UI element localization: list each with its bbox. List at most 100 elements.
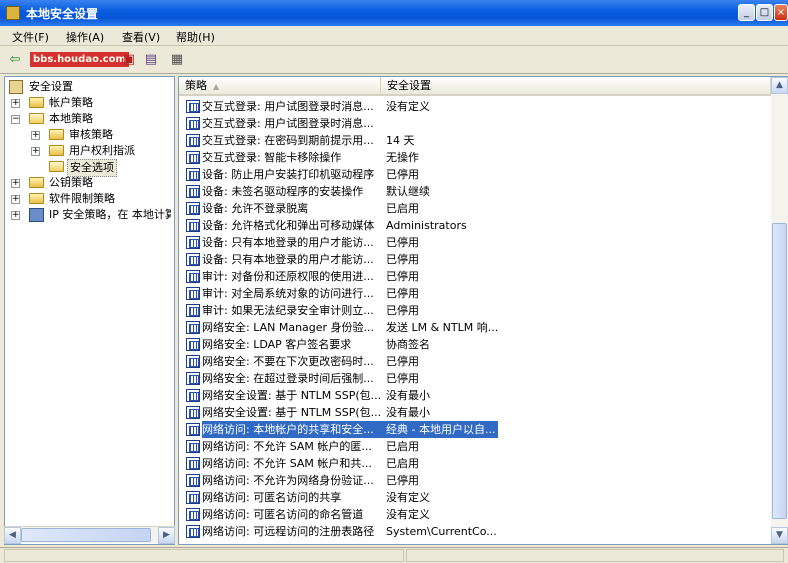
policy-setting: 没有最小 xyxy=(386,406,430,419)
folder-icon xyxy=(29,97,44,108)
policy-name: 设备: 允许不登录脱离 xyxy=(202,202,309,215)
policy-name: 网络访问: 可匿名访问的命名管道 xyxy=(202,508,364,521)
policy-icon xyxy=(186,525,200,538)
app-icon xyxy=(6,6,20,20)
folder-open-icon xyxy=(49,161,64,172)
policy-icon xyxy=(186,474,200,487)
tree-item-local-policy[interactable]: − 本地策略 xyxy=(11,111,171,127)
policy-name: 网络访问: 不允许 SAM 帐户和共... xyxy=(202,457,372,470)
policy-icon xyxy=(186,287,200,300)
maximize-icon[interactable]: □ xyxy=(756,4,773,21)
scroll-thumb[interactable] xyxy=(21,528,151,542)
policy-name: 网络安全: 在超过登录时间后强制... xyxy=(202,372,374,385)
scroll-up-icon[interactable]: ▲ xyxy=(771,77,788,94)
tree-pane: 安全设置 + 帐户策略 − 本地策略 + 审核策略 + 用户权利指派 安全选项 … xyxy=(4,76,175,545)
policy-setting: 协商签名 xyxy=(386,338,430,351)
policy-list-pane: 策略 ▲ 安全设置 交互式登录: 用户试图登录时消息... 没有定义 交互式登录: 用… xyxy=(178,76,788,545)
policy-name: 设备: 只有本地登录的用户才能访... xyxy=(202,253,374,266)
sort-arrow-icon: ▲ xyxy=(213,82,220,91)
policy-setting: 已停用 xyxy=(386,236,419,249)
expand-icon[interactable]: + xyxy=(31,147,40,156)
folder-icon xyxy=(49,129,64,140)
folder-icon xyxy=(49,145,64,156)
scroll-down-icon[interactable]: ▼ xyxy=(771,527,788,544)
menu-file[interactable]: 文件(F) xyxy=(12,29,49,45)
policy-setting: 已启用 xyxy=(386,440,419,453)
menu-action[interactable]: 操作(A) xyxy=(66,29,104,45)
policy-icon xyxy=(186,457,200,470)
policy-setting: 已启用 xyxy=(386,457,419,470)
policy-name: 审计: 如果无法纪录安全审计则立... xyxy=(202,304,374,317)
policy-setting: Administrators xyxy=(386,219,467,232)
policy-icon xyxy=(186,151,200,164)
policy-setting: 已停用 xyxy=(386,304,419,317)
menu-view[interactable]: 查看(V) xyxy=(122,29,160,45)
tree-item-account-policy[interactable]: + 帐户策略 xyxy=(11,95,171,111)
scroll-right-icon[interactable]: ▶ xyxy=(158,527,175,544)
back-arrow-icon[interactable]: ⇦ xyxy=(6,51,24,69)
policy-name: 审计: 对全局系统对象的访问进行... xyxy=(202,287,374,300)
policy-name: 网络安全: LAN Manager 身份验... xyxy=(202,321,375,334)
policy-name: 网络安全: 不要在下次更改密码时... xyxy=(202,355,374,368)
policy-icon xyxy=(186,406,200,419)
expand-icon[interactable]: + xyxy=(11,195,20,204)
tree-item-ip-security[interactable]: + IP 安全策略，在 本地计算机 xyxy=(11,207,171,223)
close-icon[interactable]: × xyxy=(774,4,788,21)
policy-icon xyxy=(186,372,200,385)
policy-icon xyxy=(186,185,200,198)
policy-icon xyxy=(186,117,200,130)
policy-name: 网络访问: 不允许 SAM 帐户的匿... xyxy=(202,440,372,453)
expand-icon[interactable]: + xyxy=(11,99,20,108)
policy-setting: 没有定义 xyxy=(386,491,430,504)
tree-item-user-rights[interactable]: + 用户权利指派 xyxy=(31,143,171,159)
refresh-icon[interactable]: ▤ xyxy=(142,51,160,69)
menu-help[interactable]: 帮助(H) xyxy=(176,29,215,45)
policy-icon xyxy=(186,236,200,249)
tree-item-software-restriction[interactable]: + 软件限制策略 xyxy=(11,191,171,207)
policy-setting: 已停用 xyxy=(386,474,419,487)
help-icon[interactable]: ▦ xyxy=(168,51,186,69)
expand-icon[interactable]: + xyxy=(31,131,40,140)
expand-icon[interactable]: + xyxy=(11,211,20,220)
policy-setting: 没有定义 xyxy=(386,508,430,521)
policy-icon xyxy=(186,440,200,453)
status-bar xyxy=(0,547,788,563)
export-list-icon[interactable]: ▣ xyxy=(120,51,138,69)
policy-setting: System\CurrentCo... xyxy=(386,525,497,538)
policy-icon xyxy=(186,389,200,402)
policy-icon xyxy=(186,508,200,521)
policy-setting: 已停用 xyxy=(386,287,419,300)
policy-name: 交互式登录: 在密码到期前提示用... xyxy=(202,134,374,147)
policy-name: 网络访问: 可远程访问的注册表路径 xyxy=(202,525,375,538)
collapse-icon[interactable]: − xyxy=(11,115,20,124)
status-cell-secondary xyxy=(406,549,784,562)
policy-icon xyxy=(186,270,200,283)
policy-name: 网络访问: 不允许为网络身份验证... xyxy=(202,474,374,487)
policy-icon xyxy=(186,168,200,181)
policy-icon xyxy=(186,134,200,147)
policy-setting: 经典 - 本地用户以自... xyxy=(386,421,498,438)
scroll-left-icon[interactable]: ◀ xyxy=(4,527,21,544)
tree-item-security-options[interactable]: 安全选项 xyxy=(31,159,171,177)
policy-icon xyxy=(186,355,200,368)
title-bar: 本地安全设置 _ □ × xyxy=(0,0,788,26)
tree-item-audit-policy[interactable]: + 审核策略 xyxy=(31,127,171,143)
tree-horizontal-scrollbar[interactable]: ◀ ▶ xyxy=(4,526,175,544)
expand-icon[interactable]: + xyxy=(11,179,20,188)
policy-setting: 无操作 xyxy=(386,151,419,164)
column-header-policy[interactable]: 策略 ▲ xyxy=(179,77,381,95)
scroll-thumb[interactable] xyxy=(772,223,787,519)
status-cell-main xyxy=(4,549,404,562)
policy-name: 设备: 只有本地登录的用户才能访... xyxy=(202,236,374,249)
policy-icon xyxy=(186,491,200,504)
tree-item-public-key-policy[interactable]: + 公钥策略 xyxy=(11,175,171,191)
policy-setting: 已停用 xyxy=(386,270,419,283)
policy-icon xyxy=(186,219,200,232)
list-vertical-scrollbar[interactable]: ▲ ▼ xyxy=(771,77,788,544)
policy-name: 设备: 允许格式化和弹出可移动媒体 xyxy=(202,219,375,232)
column-header-setting[interactable]: 安全设置 xyxy=(381,77,771,95)
policy-icon xyxy=(186,202,200,215)
policy-name: 交互式登录: 用户试图登录时消息... xyxy=(202,100,374,113)
folder-open-icon xyxy=(29,113,44,124)
minimize-icon[interactable]: _ xyxy=(738,4,755,21)
